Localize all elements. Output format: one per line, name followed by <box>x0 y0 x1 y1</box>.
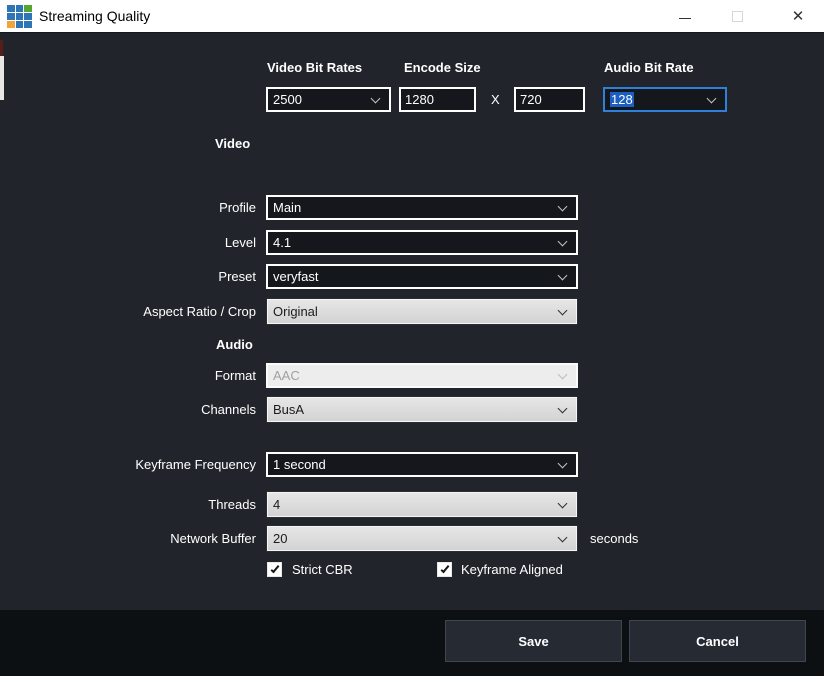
chevron-down-icon <box>707 93 717 103</box>
encode-height-input[interactable] <box>514 87 585 112</box>
chevron-down-icon <box>558 236 568 246</box>
strict-cbr-checkbox[interactable] <box>267 562 282 577</box>
close-icon: ✕ <box>792 9 805 24</box>
check-icon <box>270 564 279 573</box>
video-bit-rates-value: 2500 <box>268 92 372 107</box>
keyframe-aligned-checkbox[interactable] <box>437 562 452 577</box>
check-icon <box>440 564 449 573</box>
cancel-button[interactable]: Cancel <box>629 620 806 662</box>
threads-label: Threads <box>110 492 256 517</box>
encode-size-label: Encode Size <box>404 60 481 75</box>
video-bit-rates-label: Video Bit Rates <box>267 60 362 75</box>
screen-edge-artifact <box>0 40 3 56</box>
strict-cbr-label: Strict CBR <box>292 562 353 578</box>
format-label: Format <box>110 363 256 388</box>
profile-label: Profile <box>110 195 256 220</box>
threads-select[interactable]: 4 <box>267 492 577 517</box>
keyframe-frequency-label: Keyframe Frequency <box>110 452 256 477</box>
app-icon <box>7 5 32 28</box>
close-button[interactable]: ✕ <box>775 0 821 32</box>
chevron-down-icon <box>558 403 568 413</box>
aspect-ratio-crop-label: Aspect Ratio / Crop <box>110 299 256 324</box>
preset-label: Preset <box>110 264 256 289</box>
network-buffer-select[interactable]: 20 <box>267 526 577 551</box>
save-button[interactable]: Save <box>445 620 622 662</box>
chevron-down-icon <box>558 458 568 468</box>
keyframe-frequency-select[interactable]: 1 second <box>266 452 578 477</box>
minimize-icon <box>679 18 691 19</box>
aspect-ratio-crop-select[interactable]: Original <box>267 299 577 324</box>
chevron-down-icon <box>558 369 568 379</box>
keyframe-aligned-label: Keyframe Aligned <box>461 562 563 578</box>
chevron-down-icon <box>558 305 568 315</box>
profile-select[interactable]: Main <box>266 195 578 220</box>
audio-section-heading: Audio <box>216 337 253 352</box>
minimize-button[interactable] <box>662 0 708 32</box>
network-buffer-label: Network Buffer <box>110 526 256 551</box>
video-bit-rates-select[interactable]: 2500 <box>266 87 391 112</box>
preset-select[interactable]: veryfast <box>266 264 578 289</box>
title-bar[interactable]: Streaming Quality ✕ <box>0 0 824 33</box>
encode-width-input[interactable] <box>399 87 476 112</box>
network-buffer-suffix: seconds <box>590 531 638 546</box>
chevron-down-icon <box>558 532 568 542</box>
video-section-heading: Video <box>215 136 250 151</box>
audio-bit-rate-value: 128 <box>605 92 708 107</box>
chevron-down-icon <box>558 270 568 280</box>
chevron-down-icon <box>558 498 568 508</box>
level-select[interactable]: 4.1 <box>266 230 578 255</box>
audio-bit-rate-label: Audio Bit Rate <box>604 60 694 75</box>
encode-size-separator: X <box>491 92 500 107</box>
chevron-down-icon <box>371 93 381 103</box>
dialog-body: Video Bit Rates Encode Size Audio Bit Ra… <box>0 34 824 610</box>
screen-edge-artifact <box>0 56 4 100</box>
window-title: Streaming Quality <box>39 0 150 33</box>
chevron-down-icon <box>558 201 568 211</box>
format-select: AAC <box>266 363 578 388</box>
channels-select[interactable]: BusA <box>267 397 577 422</box>
audio-bit-rate-select[interactable]: 128 <box>603 87 727 112</box>
level-label: Level <box>110 230 256 255</box>
channels-label: Channels <box>110 397 256 422</box>
maximize-button <box>714 0 760 32</box>
streaming-quality-dialog: Streaming Quality ✕ Video Bit Rates Enco… <box>0 0 824 676</box>
maximize-icon <box>732 11 743 22</box>
